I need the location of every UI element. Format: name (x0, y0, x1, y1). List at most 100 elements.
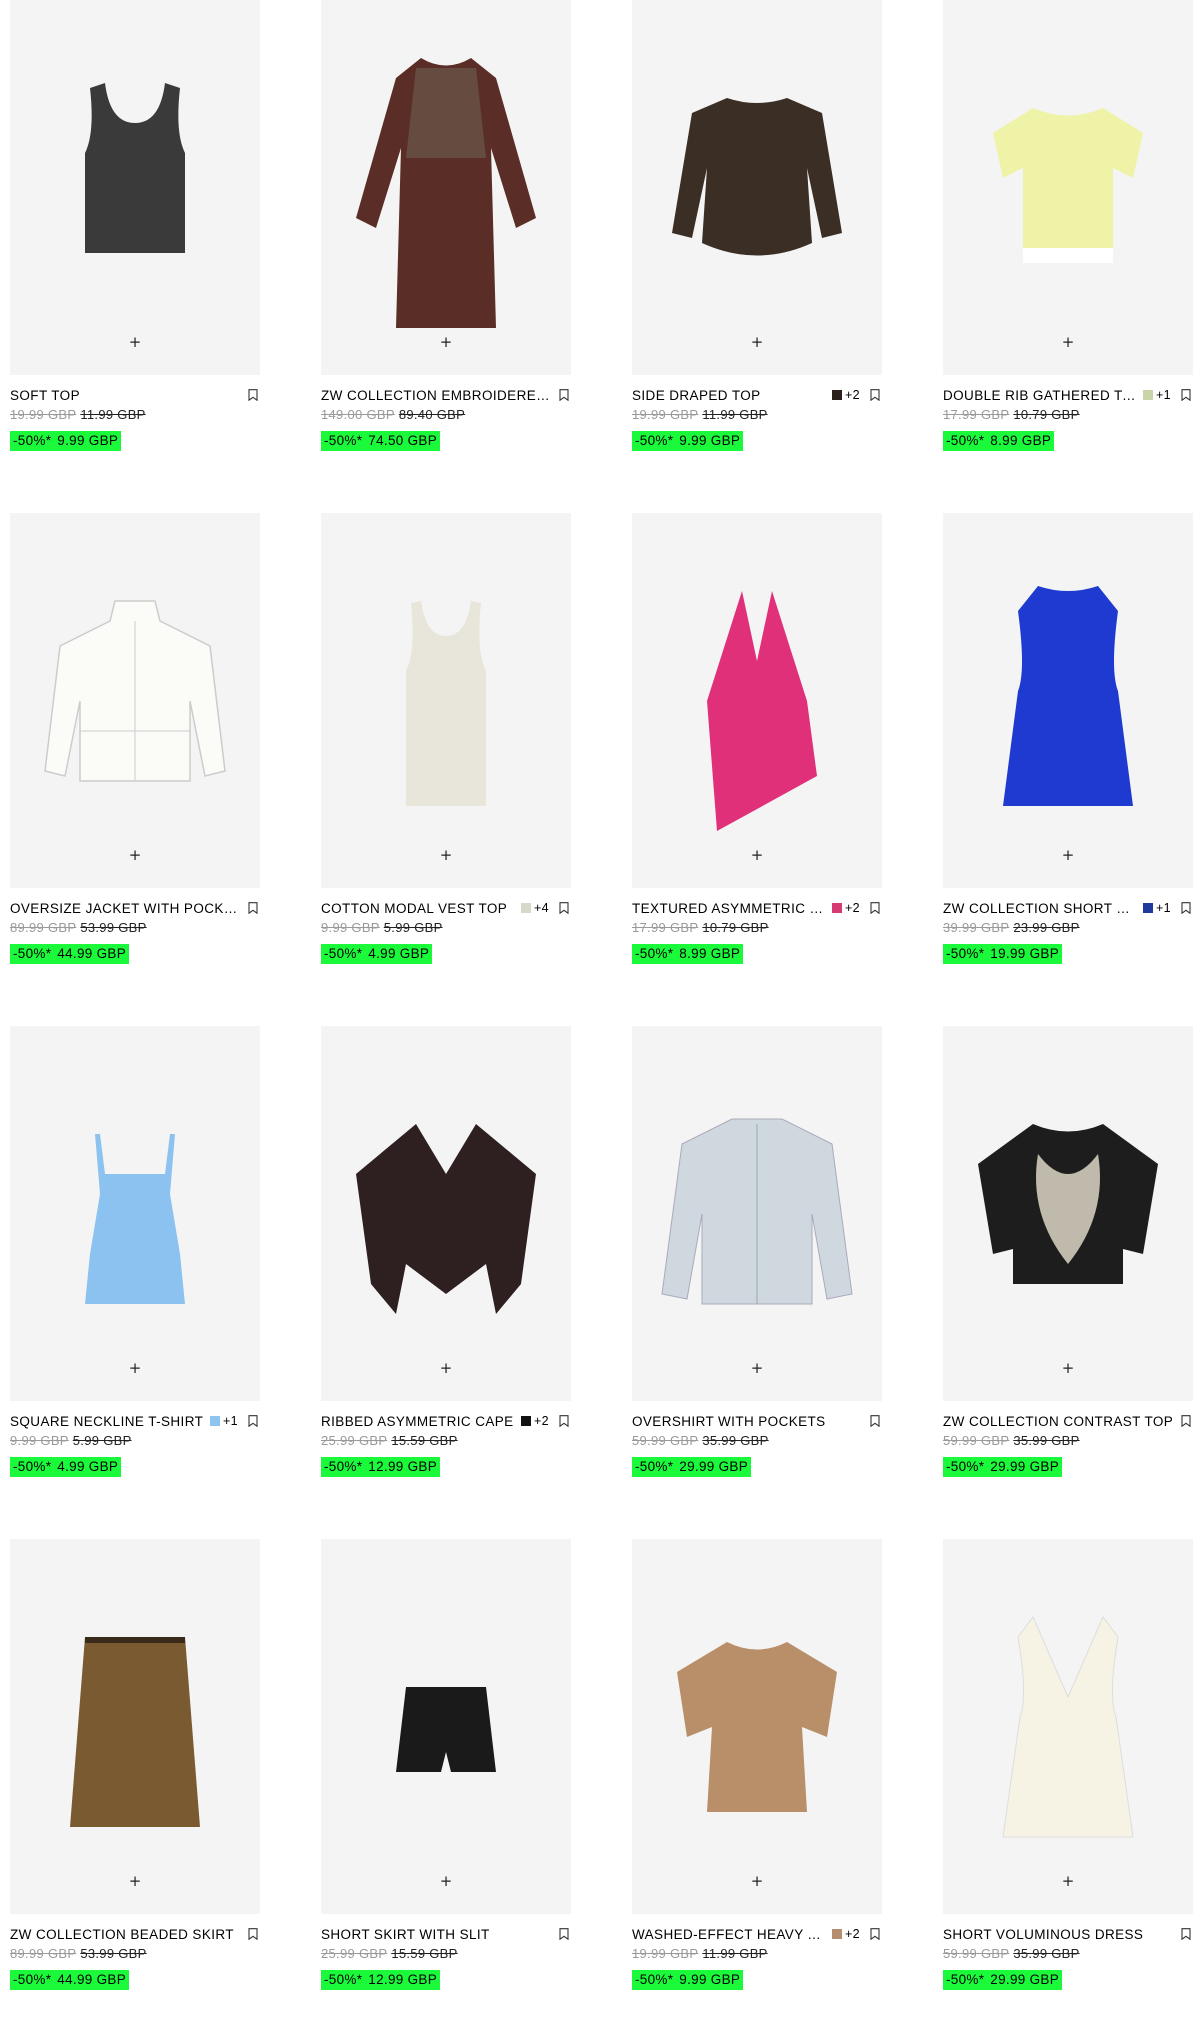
add-to-cart-button[interactable]: + (433, 842, 459, 868)
product-card[interactable]: + ZW COLLECTION EMBROIDERED DRESS 149.00… (321, 0, 571, 513)
more-colors-count[interactable]: +2 (534, 1414, 549, 1428)
product-card[interactable]: + SHORT VOLUMINOUS DRESS 59.99 GBP 35.99 … (943, 1539, 1193, 2028)
product-name[interactable]: DOUBLE RIB GATHERED T-SHIRT (943, 388, 1143, 403)
add-to-cart-button[interactable]: + (744, 1355, 770, 1381)
add-to-cart-button[interactable]: + (744, 842, 770, 868)
bookmark-icon[interactable] (1181, 1928, 1191, 1940)
product-image-14[interactable]: + (321, 1539, 571, 1914)
more-colors-count[interactable]: +2 (845, 1927, 860, 1941)
product-name[interactable]: SHORT SKIRT WITH SLIT (321, 1927, 559, 1942)
add-to-cart-button[interactable]: + (122, 329, 148, 355)
product-name[interactable]: SIDE DRAPED TOP (632, 388, 832, 403)
bookmark-icon[interactable] (1181, 1415, 1191, 1427)
more-colors-count[interactable]: +1 (223, 1414, 238, 1428)
product-image-13[interactable]: + (10, 1539, 260, 1914)
add-to-cart-button[interactable]: + (1055, 1868, 1081, 1894)
add-to-cart-button[interactable]: + (744, 1868, 770, 1894)
bookmark-icon[interactable] (870, 902, 880, 914)
product-card[interactable]: + SQUARE NECKLINE T-SHIRT +1 9.99 GBP 5.9… (10, 1026, 260, 1539)
add-to-cart-button[interactable]: + (122, 1868, 148, 1894)
more-colors-count[interactable]: +2 (845, 901, 860, 915)
add-to-cart-button[interactable]: + (433, 329, 459, 355)
color-swatch[interactable] (209, 1416, 220, 1426)
product-image-15[interactable]: + (632, 1539, 882, 1914)
product-name[interactable]: ZW COLLECTION SHORT DRESS (943, 901, 1143, 916)
bookmark-icon[interactable] (248, 389, 258, 401)
product-card[interactable]: + ZW COLLECTION SHORT DRESS +1 39.99 GBP… (943, 513, 1193, 1026)
product-name[interactable]: COTTON MODAL VEST TOP (321, 901, 521, 916)
bookmark-icon[interactable] (870, 1415, 880, 1427)
color-swatch[interactable] (831, 1929, 842, 1939)
bookmark-icon[interactable] (870, 389, 880, 401)
product-name[interactable]: TEXTURED ASYMMETRIC HALTER TOP (632, 901, 832, 916)
bookmark-icon[interactable] (559, 1415, 569, 1427)
add-to-cart-button[interactable]: + (1055, 842, 1081, 868)
color-swatch[interactable] (520, 903, 531, 913)
product-image-9[interactable]: + (10, 1026, 260, 1401)
product-name[interactable]: SQUARE NECKLINE T-SHIRT (10, 1414, 210, 1429)
product-name[interactable]: RIBBED ASYMMETRIC CAPE (321, 1414, 521, 1429)
product-image-2[interactable]: + (321, 0, 571, 375)
add-to-cart-button[interactable]: + (122, 1355, 148, 1381)
product-card[interactable]: + SOFT TOP 19.99 GBP 11.99 GBP -50%* 9.99 … (10, 0, 260, 513)
more-colors-count[interactable]: +1 (1156, 901, 1171, 915)
product-card[interactable]: + SHORT SKIRT WITH SLIT 25.99 GBP 15.59 G… (321, 1539, 571, 2028)
bookmark-icon[interactable] (248, 1415, 258, 1427)
product-image-16[interactable]: + (943, 1539, 1193, 1914)
add-to-cart-button[interactable]: + (1055, 1355, 1081, 1381)
product-name[interactable]: OVERSHIRT WITH POCKETS (632, 1414, 870, 1429)
add-to-cart-button[interactable]: + (1055, 329, 1081, 355)
product-image-4[interactable]: + (943, 0, 1193, 375)
bookmark-icon[interactable] (559, 1928, 569, 1940)
discount-percent: -50%* (324, 1972, 363, 1987)
product-name[interactable]: ZW COLLECTION CONTRAST TOP (943, 1414, 1181, 1429)
bookmark-icon[interactable] (248, 1928, 258, 1940)
bookmark-icon[interactable] (559, 389, 569, 401)
product-card[interactable]: + WASHED-EFFECT HEAVY T-SHIRT +2 19.99 G… (632, 1539, 882, 2028)
product-name[interactable]: ZW COLLECTION EMBROIDERED DRESS (321, 388, 559, 403)
bookmark-icon[interactable] (559, 902, 569, 914)
product-image-12[interactable]: + (943, 1026, 1193, 1401)
bookmark-icon[interactable] (1181, 389, 1191, 401)
sale-price-badge: -50%* 8.99 GBP (943, 431, 1055, 451)
bookmark-icon[interactable] (1181, 902, 1191, 914)
product-image-10[interactable]: + (321, 1026, 571, 1401)
mini-skirt-icon (396, 1686, 496, 1772)
more-colors-count[interactable]: +2 (845, 388, 860, 402)
product-name[interactable]: WASHED-EFFECT HEAVY T-SHIRT (632, 1927, 832, 1942)
more-colors-count[interactable]: +4 (534, 901, 549, 915)
product-card[interactable]: + ZW COLLECTION CONTRAST TOP 59.99 GBP 35… (943, 1026, 1193, 1539)
product-image-7[interactable]: + (632, 513, 882, 888)
color-swatch[interactable] (1142, 903, 1153, 913)
product-card[interactable]: + RIBBED ASYMMETRIC CAPE +2 25.99 GBP 15.… (321, 1026, 571, 1539)
product-image-11[interactable]: + (632, 1026, 882, 1401)
color-swatch[interactable] (1142, 390, 1153, 400)
sale-price-badge: -50%* 4.99 GBP (321, 944, 433, 964)
product-card[interactable]: + OVERSIZE JACKET WITH POCKETS 89.99 GBP… (10, 513, 260, 1026)
product-card[interactable]: + TEXTURED ASYMMETRIC HALTER TOP +2 17.9… (632, 513, 882, 1026)
more-colors-count[interactable]: +1 (1156, 388, 1171, 402)
product-image-8[interactable]: + (943, 513, 1193, 888)
product-name[interactable]: OVERSIZE JACKET WITH POCKETS (10, 901, 248, 916)
product-name[interactable]: SHORT VOLUMINOUS DRESS (943, 1927, 1181, 1942)
bookmark-icon[interactable] (870, 1928, 880, 1940)
add-to-cart-button[interactable]: + (433, 1355, 459, 1381)
product-image-1[interactable]: + (10, 0, 260, 375)
product-card[interactable]: + SIDE DRAPED TOP +2 19.99 GBP 11.99 GBP … (632, 0, 882, 513)
product-name[interactable]: SOFT TOP (10, 388, 248, 403)
bookmark-icon[interactable] (248, 902, 258, 914)
product-image-6[interactable]: + (321, 513, 571, 888)
add-to-cart-button[interactable]: + (744, 329, 770, 355)
color-swatch[interactable] (831, 903, 842, 913)
color-swatch[interactable] (831, 390, 842, 400)
add-to-cart-button[interactable]: + (433, 1868, 459, 1894)
product-card[interactable]: + ZW COLLECTION BEADED SKIRT 89.99 GBP 53… (10, 1539, 260, 2028)
product-card[interactable]: + OVERSHIRT WITH POCKETS 59.99 GBP 35.99 … (632, 1026, 882, 1539)
product-card[interactable]: + DOUBLE RIB GATHERED T-SHIRT +1 17.99 G… (943, 0, 1193, 513)
product-image-5[interactable]: + (10, 513, 260, 888)
product-name[interactable]: ZW COLLECTION BEADED SKIRT (10, 1927, 248, 1942)
product-card[interactable]: + COTTON MODAL VEST TOP +4 9.99 GBP 5.99 … (321, 513, 571, 1026)
add-to-cart-button[interactable]: + (122, 842, 148, 868)
color-swatch[interactable] (520, 1416, 531, 1426)
product-image-3[interactable]: + (632, 0, 882, 375)
